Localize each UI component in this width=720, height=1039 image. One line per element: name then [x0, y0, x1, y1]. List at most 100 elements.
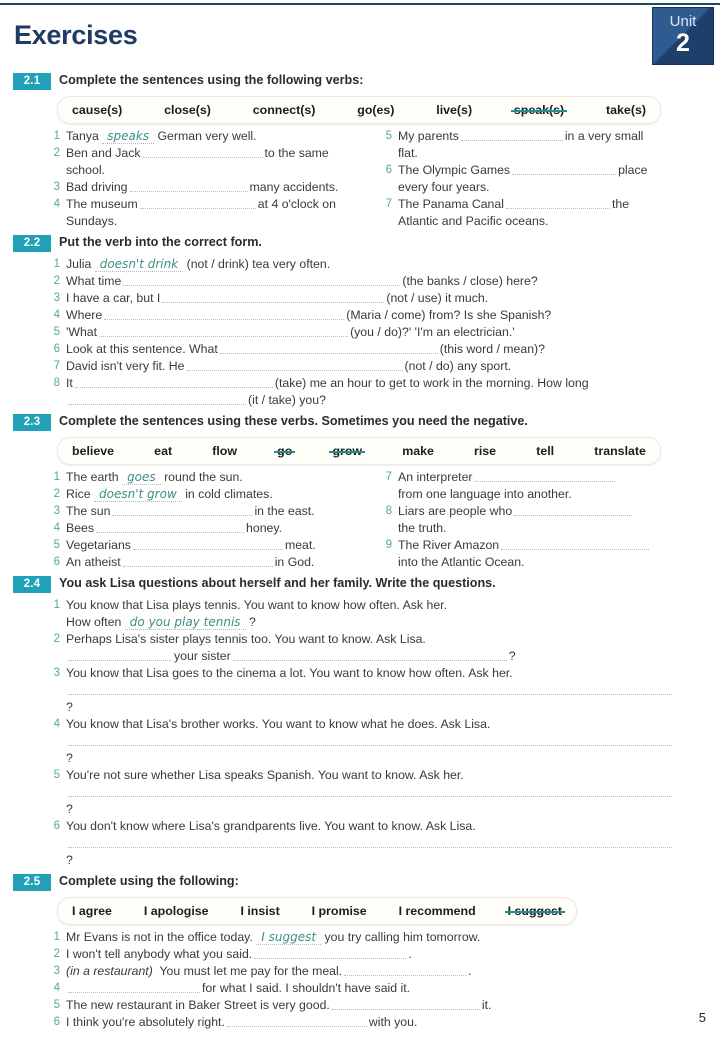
word-bank-item[interactable]: I promise	[312, 904, 367, 918]
answer-blank[interactable]	[139, 198, 256, 209]
word-bank-item[interactable]: live(s)	[436, 103, 472, 117]
answer-blank[interactable]	[162, 292, 385, 303]
word-bank-item[interactable]: believe	[72, 444, 114, 458]
exercise-number-badge: 2.1	[13, 73, 51, 90]
answer-blank[interactable]	[514, 505, 633, 516]
word-bank-item[interactable]: eat	[154, 444, 172, 458]
items-column-right: 5 My parents in a very small flat. 6 The O…	[378, 128, 698, 230]
word-bank-item[interactable]: make	[402, 444, 434, 458]
answer-blank[interactable]	[505, 198, 610, 209]
word-bank-item[interactable]: I recommend	[399, 904, 476, 918]
handwritten-answer[interactable]: doesn't grow	[94, 487, 182, 502]
question-mark: ?	[508, 649, 516, 663]
answer-blank[interactable]	[96, 522, 245, 533]
word-bank-item[interactable]: connect(s)	[253, 103, 316, 117]
answer-blank[interactable]	[512, 164, 617, 175]
answer-blank[interactable]	[129, 181, 248, 192]
answer-blank[interactable]	[104, 309, 345, 320]
exercise-item: 2 Perhaps Lisa's sister plays tennis too…	[46, 631, 660, 665]
answer-blank[interactable]	[219, 343, 438, 354]
word-bank-item[interactable]: close(s)	[164, 103, 211, 117]
item-suffix: honey.	[246, 521, 283, 535]
item-prefix: Look at this sentence. What	[66, 342, 218, 356]
item-text: What time (the banks / close) here?	[66, 273, 660, 290]
answer-blank[interactable]	[112, 505, 253, 516]
exercise-item: 7 The Panama Canal the Atlantic and Pacifi…	[378, 196, 698, 230]
item-tail: school.	[66, 163, 105, 177]
item-text: David isn't very fit. He (not / do) any s…	[66, 358, 660, 375]
exercise-item: 2 Ben and Jack to the same school.	[46, 145, 366, 179]
answer-blank[interactable]	[68, 837, 672, 848]
handwritten-answer[interactable]: do you play tennis	[124, 615, 246, 630]
answer-blank[interactable]	[132, 539, 283, 550]
word-bank-item[interactable]: I insist	[240, 904, 279, 918]
item-number: 6	[53, 820, 60, 832]
answer-blank[interactable]	[123, 275, 401, 286]
exercise-item: 1 Julia doesn't drink (not / drink) tea …	[46, 256, 660, 273]
exercise-item: 3 The sun in the east.	[46, 503, 366, 520]
item-text: Bees honey.	[66, 520, 366, 537]
answer-blank[interactable]	[68, 684, 672, 695]
word-bank-item[interactable]: tell	[536, 444, 554, 458]
word-bank-item[interactable]: rise	[474, 444, 496, 458]
word-bank-item-used[interactable]: I suggest	[504, 904, 566, 918]
item-prefix: Liars are people who	[398, 504, 513, 518]
answer-blank[interactable]	[68, 394, 246, 405]
item-suffix: German very well.	[157, 129, 257, 143]
item-text: The sun in the east.	[66, 503, 366, 520]
answer-blank[interactable]	[68, 735, 672, 746]
answer-blank[interactable]	[460, 130, 563, 141]
answer-blank[interactable]	[68, 982, 200, 993]
handwritten-answer[interactable]: doesn't drink	[94, 257, 184, 272]
answer-blank[interactable]	[99, 326, 349, 337]
answer-blank[interactable]	[226, 1016, 367, 1027]
item-number: 6	[385, 164, 392, 176]
exercise-item: 1 Mr Evans is not in the office today. I…	[46, 929, 660, 946]
item-prefix: Mr Evans is not in the office today.	[66, 930, 253, 944]
item-text: An interpreter from one language into ano…	[398, 469, 698, 503]
word-bank-item[interactable]: flow	[212, 444, 237, 458]
item-suffix: (this word / mean)?	[439, 342, 545, 356]
exercises-container: 2.1 Complete the sentences using the fol…	[0, 72, 720, 1031]
word-bank-item[interactable]: take(s)	[606, 103, 646, 117]
exercise-item: 4 for what I said. I shouldn't have said…	[46, 980, 660, 997]
item-prefix: Bees	[66, 521, 95, 535]
word-bank-item[interactable]: I agree	[72, 904, 112, 918]
answer-blank[interactable]	[186, 360, 403, 371]
item-prefix: What time	[66, 274, 122, 288]
item-number: 5	[53, 539, 60, 551]
exercise-number-badge: 2.2	[13, 235, 51, 252]
answer-blank[interactable]	[68, 650, 172, 661]
answer-blank[interactable]	[474, 471, 615, 482]
handwritten-answer[interactable]: goes	[122, 470, 161, 485]
answer-blank[interactable]	[142, 147, 263, 158]
item-suffix: (take) me an hour to get to work in the …	[274, 376, 589, 390]
answer-blank[interactable]	[344, 965, 467, 976]
item-text: Mr Evans is not in the office today. I s…	[66, 929, 660, 946]
handwritten-answer[interactable]: speaks	[102, 129, 155, 144]
exercise-items: 1 The earth goes round the sun. 2 Rice d…	[0, 469, 720, 571]
exercise-instruction: Put the verb into the correct form.	[59, 235, 262, 249]
answer-blank[interactable]	[501, 539, 650, 550]
exercise-item: 1 Tanya speaks German very well.	[46, 128, 366, 145]
word-bank-item[interactable]: translate	[594, 444, 646, 458]
word-bank-item-used[interactable]: go	[274, 444, 296, 458]
answer-blank[interactable]	[122, 556, 273, 567]
item-prefix: 'What	[66, 325, 98, 339]
answer-blank[interactable]	[254, 948, 407, 959]
item-prefix: David isn't very fit. He	[66, 359, 185, 373]
word-bank-item[interactable]: I apologise	[144, 904, 209, 918]
answer-blank[interactable]	[232, 650, 507, 661]
word-bank-item-used[interactable]: grow	[329, 444, 365, 458]
answer-blank[interactable]	[68, 786, 672, 797]
item-suffix: the	[611, 197, 630, 211]
exercise-items: 1 Julia doesn't drink (not / drink) tea …	[0, 256, 660, 409]
answer-blank[interactable]	[74, 377, 273, 388]
word-bank-item-used[interactable]: speak(s)	[510, 103, 568, 117]
word-bank-item[interactable]: cause(s)	[72, 103, 122, 117]
item-text: You know that Lisa plays tennis. You wan…	[66, 597, 660, 631]
word-bank-item[interactable]: go(es)	[357, 103, 394, 117]
exercise-item: 4 Bees honey.	[46, 520, 366, 537]
handwritten-answer[interactable]: I suggest	[256, 930, 322, 945]
answer-blank[interactable]	[331, 999, 480, 1010]
